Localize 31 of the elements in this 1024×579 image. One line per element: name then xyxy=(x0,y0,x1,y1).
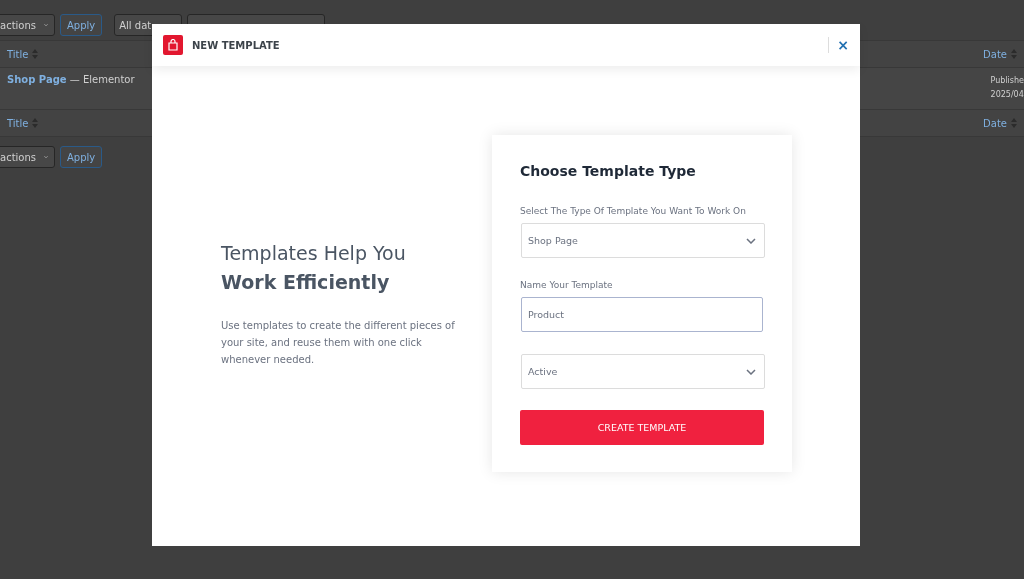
column-header[interactable]: Date xyxy=(983,117,1017,129)
status-text: Publishe xyxy=(990,75,1024,87)
close-button[interactable]: × xyxy=(837,37,849,53)
sort-icon xyxy=(1011,118,1017,128)
shopping-bag-icon xyxy=(163,35,183,55)
modal-title: NEW TEMPLATE xyxy=(192,39,281,51)
column-header[interactable]: Date xyxy=(983,48,1017,60)
apply-button[interactable]: Apply xyxy=(60,146,103,168)
column-header[interactable]: Title xyxy=(7,117,39,129)
field-label: Select The Type Of Template You Want To Work On xyxy=(520,206,747,216)
intro-heading: Work Efficiently xyxy=(221,270,391,295)
intro-heading: Templates Help You xyxy=(221,241,407,266)
form-title: Choose Template Type xyxy=(520,163,697,179)
sort-icon xyxy=(1011,49,1017,59)
bulk-actions-select[interactable]: actions xyxy=(0,14,55,36)
chevron-down-icon xyxy=(746,237,756,244)
select-field[interactable]: Active xyxy=(521,354,765,389)
create-template-button[interactable]: CREATE TEMPLATE xyxy=(520,410,764,445)
select-field[interactable]: Shop Page xyxy=(521,223,765,258)
input-field[interactable]: Product xyxy=(521,297,763,332)
apply-button[interactable]: Apply xyxy=(60,14,103,36)
field-label: Name Your Template xyxy=(520,280,614,290)
chevron-down-icon xyxy=(746,368,756,375)
intro-text: Use templates to create the different pieces of your site, and reuse them with one click whenever needed. xyxy=(221,319,456,367)
bulk-actions-select[interactable]: actions xyxy=(0,146,55,168)
sort-icon xyxy=(32,118,39,128)
sort-icon xyxy=(32,49,39,59)
table-cell-text: Shop Page — Elementor xyxy=(7,74,135,87)
column-header[interactable]: Title xyxy=(7,48,39,60)
title-link[interactable]: Shop Page xyxy=(7,74,67,85)
date-text: 2025/04 xyxy=(990,89,1024,101)
